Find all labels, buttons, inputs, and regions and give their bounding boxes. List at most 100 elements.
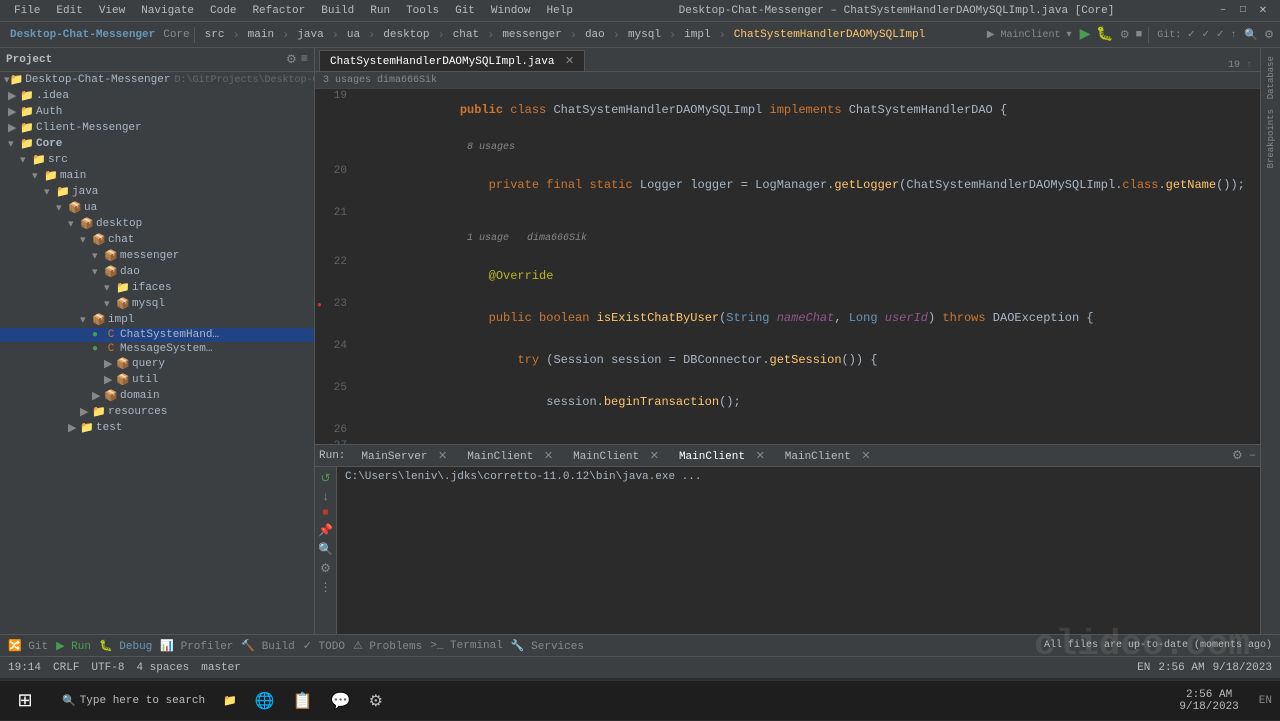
taskbar-file-explorer[interactable]: 📁 xyxy=(215,683,245,719)
menu-navigate[interactable]: Navigate xyxy=(135,3,200,19)
run-tab-mainclient-3[interactable]: MainClient ✕ xyxy=(671,447,773,465)
tree-mysql[interactable]: ▾ 📦 mysql xyxy=(0,296,314,312)
run-button[interactable]: ▶ xyxy=(1078,26,1093,43)
run-tab-mainclient3-close[interactable]: ✕ xyxy=(756,451,765,463)
menu-git[interactable]: Git xyxy=(449,3,481,19)
tree-util[interactable]: ▶ 📦 util xyxy=(0,372,314,388)
menu-tools[interactable]: Tools xyxy=(400,3,445,19)
stop-button[interactable]: ■ xyxy=(1134,29,1145,41)
maximize-button[interactable]: □ xyxy=(1234,2,1252,20)
taskbar-app-2[interactable]: 📋 xyxy=(285,683,321,719)
debug-bottom-btn[interactable]: 🐛 Debug xyxy=(99,639,152,653)
run-collapse-icon[interactable]: – xyxy=(1249,448,1256,463)
tree-client-messenger[interactable]: ▶ 📁 Client-Messenger xyxy=(0,120,314,136)
tree-root[interactable]: ▾ 📁 Desktop-Chat-Messenger D:\GitProject… xyxy=(0,72,314,88)
debug-button[interactable]: 🐛 xyxy=(1094,26,1115,43)
close-button[interactable]: ✕ xyxy=(1254,2,1272,20)
nav-file[interactable]: ChatSystemHandlerDAOMySQLImpl xyxy=(728,27,931,43)
nav-java[interactable]: java xyxy=(291,27,329,43)
console-output[interactable]: C:\Users\leniv\.jdks\corretto-11.0.12\bi… xyxy=(337,467,1260,634)
run-stop-icon[interactable]: ■ xyxy=(322,508,328,519)
tree-chat[interactable]: ▾ 📦 chat xyxy=(0,232,314,248)
search-button[interactable]: 🔍 xyxy=(1242,28,1260,42)
run-tab-mainclient4-close[interactable]: ✕ xyxy=(861,451,870,463)
tree-domain[interactable]: ▶ 📦 domain xyxy=(0,388,314,404)
nav-dao[interactable]: dao xyxy=(579,27,611,43)
menu-run[interactable]: Run xyxy=(364,3,396,19)
tree-messenger[interactable]: ▾ 📦 messenger xyxy=(0,248,314,264)
menu-build[interactable]: Build xyxy=(315,3,360,19)
run-settings2-icon[interactable]: ⚙ xyxy=(320,561,331,576)
run-bottom-btn[interactable]: ▶ Run xyxy=(56,639,91,653)
nav-desktop[interactable]: desktop xyxy=(377,27,435,43)
tree-core[interactable]: ▾ 📁 Core xyxy=(0,136,314,152)
tree-test[interactable]: ▶ 📁 test xyxy=(0,420,314,436)
terminal-bottom-btn[interactable]: >_ Terminal xyxy=(430,640,503,652)
tree-auth[interactable]: ▶ 📁 Auth xyxy=(0,104,314,120)
run-tab-mainclient1-close[interactable]: ✕ xyxy=(544,451,553,463)
git-label[interactable]: Git: ✓ ✓ ✓ ↑ xyxy=(1153,29,1240,41)
tree-ua[interactable]: ▾ 📦 ua xyxy=(0,200,314,216)
run-filter-icon[interactable]: 🔍 xyxy=(318,542,333,557)
code-editor[interactable]: 19 public class ChatSystemHandlerDAOMySQ… xyxy=(315,89,1260,444)
menu-file[interactable]: File xyxy=(8,3,46,19)
menu-window[interactable]: Window xyxy=(485,3,537,19)
build-bottom-btn[interactable]: 🔨 Build xyxy=(241,639,294,653)
tree-query[interactable]: ▶ 📦 query xyxy=(0,356,314,372)
run-tab-mainserver[interactable]: MainServer ✕ xyxy=(353,447,455,465)
run-pin-icon[interactable]: 📌 xyxy=(318,523,333,538)
menu-edit[interactable]: Edit xyxy=(50,3,88,19)
run-scroll-icon[interactable]: ↓ xyxy=(322,490,329,504)
settings-button[interactable]: ⚙ xyxy=(1262,28,1276,42)
taskbar-app-3[interactable]: 💬 xyxy=(323,683,359,719)
nav-ua[interactable]: ua xyxy=(341,27,366,43)
tree-chat-system-handler[interactable]: ● C ChatSystemHand… xyxy=(0,328,314,342)
window-controls[interactable]: – □ ✕ xyxy=(1214,2,1272,20)
taskbar-app-1[interactable]: 🌐 xyxy=(247,683,283,719)
profiler-bottom-btn[interactable]: 📊 Profiler xyxy=(160,639,233,653)
tree-resources[interactable]: ▶ 📁 resources xyxy=(0,404,314,420)
taskbar-lang[interactable]: EN xyxy=(1251,695,1280,707)
project-name[interactable]: Desktop-Chat-Messenger xyxy=(4,27,161,43)
taskbar-search[interactable]: 🔍 Type here to search xyxy=(54,683,213,719)
breakpoints-label[interactable]: Breakpoints xyxy=(1266,105,1276,172)
tree-desktop[interactable]: ▾ 📦 desktop xyxy=(0,216,314,232)
nav-messenger[interactable]: messenger xyxy=(496,27,567,43)
tree-src[interactable]: ▾ 📁 src xyxy=(0,152,314,168)
menu-code[interactable]: Code xyxy=(204,3,242,19)
run-tab-mainclient-4[interactable]: MainClient ✕ xyxy=(777,447,879,465)
start-button[interactable]: ⊞ xyxy=(0,681,50,721)
nav-src[interactable]: src xyxy=(199,27,231,43)
menu-refactor[interactable]: Refactor xyxy=(246,3,311,19)
tree-idea[interactable]: ▶ 📁 .idea xyxy=(0,88,314,104)
menu-bar[interactable]: File Edit View Navigate Code Refactor Bu… xyxy=(8,3,579,19)
sidebar-gear-icon[interactable]: ⚙ xyxy=(286,52,297,67)
run-tab-mainclient-2[interactable]: MainClient ✕ xyxy=(565,447,667,465)
services-bottom-btn[interactable]: 🔧 Services xyxy=(511,639,584,653)
tree-dao[interactable]: ▾ 📦 dao xyxy=(0,264,314,280)
run-more-icon[interactable]: ⋮ xyxy=(320,580,332,595)
tree-message-system[interactable]: ● C MessageSystem… xyxy=(0,342,314,356)
tab-close-icon[interactable]: ✕ xyxy=(565,56,574,68)
menu-help[interactable]: Help xyxy=(541,3,579,19)
tree-impl[interactable]: ▾ 📦 impl xyxy=(0,312,314,328)
menu-view[interactable]: View xyxy=(93,3,131,19)
tree-ifaces[interactable]: ▾ 📁 ifaces xyxy=(0,280,314,296)
nav-mysql[interactable]: mysql xyxy=(622,27,667,43)
tab-chat-system-handler[interactable]: ChatSystemHandlerDAOMySQLImpl.java ✕ xyxy=(319,50,585,71)
run-tab-mainclient2-close[interactable]: ✕ xyxy=(650,451,659,463)
git-bottom-icon[interactable]: 🔀 Git xyxy=(8,639,48,653)
todo-bottom-btn[interactable]: ✓ TODO xyxy=(303,639,345,653)
nav-chat[interactable]: chat xyxy=(447,27,485,43)
taskbar-app-4[interactable]: ⚙ xyxy=(361,683,391,719)
nav-main[interactable]: main xyxy=(242,27,280,43)
more-run-options[interactable]: ⚙ xyxy=(1118,28,1132,42)
nav-impl[interactable]: impl xyxy=(678,27,716,43)
run-settings-icon[interactable]: ⚙ xyxy=(1232,448,1243,463)
run-config[interactable]: ▶ MainClient ▾ xyxy=(983,29,1076,41)
database-label[interactable]: Database xyxy=(1266,52,1276,103)
run-restart-icon[interactable]: ↺ xyxy=(320,471,330,486)
problems-bottom-btn[interactable]: ⚠ Problems xyxy=(353,639,422,653)
run-tab-mainclient-1[interactable]: MainClient ✕ xyxy=(459,447,561,465)
tree-java[interactable]: ▾ 📁 java xyxy=(0,184,314,200)
